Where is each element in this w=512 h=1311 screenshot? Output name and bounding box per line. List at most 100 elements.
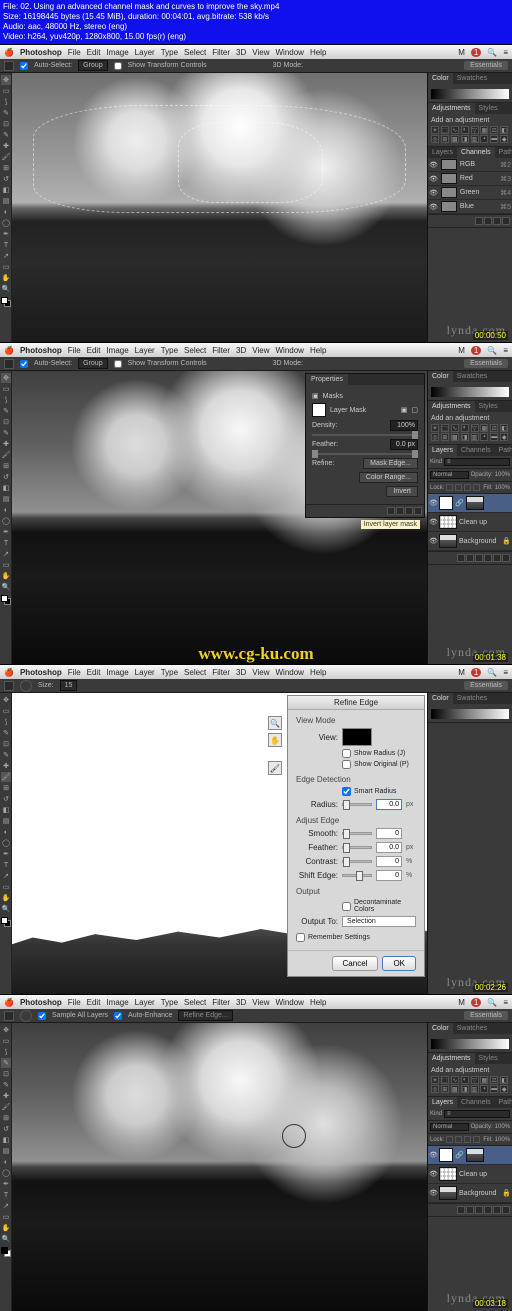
adj-colorlookup-icon[interactable]: ▩: [451, 135, 459, 143]
fg-bg-swatches[interactable]: [1, 595, 11, 605]
styles-tab[interactable]: Styles: [475, 103, 502, 114]
radius-slider[interactable]: [342, 803, 372, 806]
adj-photofilter-icon[interactable]: ◎: [431, 135, 439, 143]
menu-view[interactable]: View: [252, 48, 269, 57]
menu-extra-icon[interactable]: ≡: [503, 346, 508, 355]
adj-vibrance-icon[interactable]: ▽: [471, 126, 479, 134]
brush-preview[interactable]: [20, 1010, 32, 1022]
spotlight-icon[interactable]: 🔍: [487, 346, 497, 355]
menu-file[interactable]: File: [68, 346, 81, 355]
sample-all-checkbox[interactable]: [38, 1012, 46, 1020]
contrast-slider[interactable]: [342, 860, 372, 863]
notification-badge[interactable]: 1: [471, 346, 481, 355]
adjustments-tab[interactable]: Adjustments: [428, 103, 475, 114]
spotlight-icon[interactable]: 🔍: [487, 48, 497, 57]
auto-enhance-checkbox[interactable]: [114, 1012, 122, 1020]
invert-button[interactable]: Invert: [386, 486, 418, 497]
layer-row[interactable]: 👁Clean up: [428, 1165, 512, 1184]
smooth-slider[interactable]: [342, 832, 372, 835]
quick-select-tool-icon[interactable]: [4, 1011, 14, 1021]
feather-slider[interactable]: [342, 846, 372, 849]
move-tool-icon[interactable]: [4, 359, 14, 369]
menu-window[interactable]: Window: [275, 346, 303, 355]
feather-value[interactable]: [376, 842, 402, 853]
channel-red[interactable]: 👁Red⌘3: [428, 172, 512, 186]
stamp-tool[interactable]: ⊞: [1, 163, 11, 173]
show-radius-checkbox[interactable]: [342, 749, 351, 758]
vector-mask-icon[interactable]: ▢: [411, 406, 418, 414]
quick-select-tool[interactable]: ✎: [1, 108, 11, 118]
disable-mask-icon[interactable]: [405, 507, 413, 515]
menu-edit[interactable]: Edit: [87, 48, 101, 57]
shift-value[interactable]: [376, 870, 402, 881]
dodge-tool[interactable]: ◯: [1, 218, 11, 228]
adj-curves-icon[interactable]: ∿: [451, 126, 459, 134]
gradient-tool[interactable]: ▤: [1, 196, 11, 206]
cancel-button[interactable]: Cancel: [332, 956, 379, 971]
crop-tool[interactable]: ⊡: [1, 119, 11, 129]
blur-tool[interactable]: ◐: [1, 207, 11, 217]
density-slider[interactable]: [312, 434, 418, 436]
auto-select-mode[interactable]: Group: [78, 60, 107, 71]
adj-invert-icon[interactable]: ◨: [461, 135, 469, 143]
workspace-switcher[interactable]: Essentials: [464, 61, 508, 70]
feather-value[interactable]: 0.0 px: [390, 439, 418, 450]
layer-row-curves[interactable]: 👁🔗: [428, 494, 512, 513]
menu-filter[interactable]: Filter: [212, 346, 230, 355]
canvas[interactable]: [12, 73, 427, 343]
menu-image[interactable]: Image: [106, 346, 128, 355]
channel-green[interactable]: 👁Green⌘4: [428, 186, 512, 200]
channels-tab[interactable]: Channels: [457, 147, 495, 158]
color-tab[interactable]: Color: [428, 73, 453, 84]
hand-tool-icon[interactable]: ✋: [268, 733, 282, 747]
hand-tool[interactable]: ✋: [1, 273, 11, 283]
mask-thumb[interactable]: [312, 403, 326, 417]
menu-extra-icon[interactable]: ≡: [503, 48, 508, 57]
adj-posterize-icon[interactable]: ▥: [471, 135, 479, 143]
layer-row-background[interactable]: 👁Background🔒: [428, 1184, 512, 1203]
load-selection-icon[interactable]: [475, 217, 483, 225]
menu-type[interactable]: Type: [161, 48, 178, 57]
menu-3d[interactable]: 3D: [236, 346, 246, 355]
menu-image[interactable]: Image: [106, 48, 128, 57]
menu-select[interactable]: Select: [184, 48, 206, 57]
healing-tool[interactable]: ✚: [1, 141, 11, 151]
move-tool[interactable]: ✥: [1, 373, 11, 383]
apply-mask-icon[interactable]: [396, 507, 404, 515]
contrast-value[interactable]: [376, 856, 402, 867]
brush-tool-icon[interactable]: [4, 681, 14, 691]
canvas[interactable]: [12, 1023, 427, 1311]
adj-threshold-icon[interactable]: ▪: [480, 135, 488, 143]
smart-radius-checkbox[interactable]: [342, 787, 351, 796]
channel-blue[interactable]: 👁Blue⌘5: [428, 200, 512, 214]
quick-select-tool[interactable]: ✎: [1, 1058, 11, 1068]
swatches-tab[interactable]: Swatches: [453, 73, 491, 84]
radius-value[interactable]: [376, 799, 402, 810]
move-tool-icon[interactable]: [4, 61, 14, 71]
view-thumb[interactable]: [342, 728, 372, 746]
brush-tool[interactable]: 🖌: [1, 152, 11, 162]
show-original-checkbox[interactable]: [342, 760, 351, 769]
shape-tool[interactable]: ▭: [1, 262, 11, 272]
menu-filter[interactable]: Filter: [212, 48, 230, 57]
remember-checkbox[interactable]: [296, 933, 305, 942]
menu-3d[interactable]: 3D: [236, 48, 246, 57]
color-range-button[interactable]: Color Range...: [359, 472, 418, 483]
decontaminate-checkbox[interactable]: [342, 902, 351, 911]
history-brush-tool[interactable]: ↺: [1, 174, 11, 184]
menu-select[interactable]: Select: [184, 346, 206, 355]
adj-colorbalance-icon[interactable]: ⚖: [490, 126, 498, 134]
color-ramp[interactable]: [431, 89, 509, 99]
output-to-select[interactable]: Selection: [342, 916, 416, 927]
adj-levels-icon[interactable]: ⬚: [441, 126, 449, 134]
save-selection-icon[interactable]: [484, 217, 492, 225]
new-channel-icon[interactable]: [493, 217, 501, 225]
link-icon[interactable]: 🔗: [455, 1151, 464, 1159]
menu-layer[interactable]: Layer: [135, 48, 155, 57]
layer-row-background[interactable]: 👁Background🔒: [428, 532, 512, 551]
workspace-switcher[interactable]: Essentials: [464, 681, 508, 690]
menu-layer[interactable]: Layer: [135, 346, 155, 355]
feather-slider[interactable]: [312, 453, 418, 455]
canvas[interactable]: Refine Edge 🔍 ✋ 🖌 View Mode View: Show R…: [12, 693, 427, 995]
brush-preview[interactable]: [20, 680, 32, 692]
